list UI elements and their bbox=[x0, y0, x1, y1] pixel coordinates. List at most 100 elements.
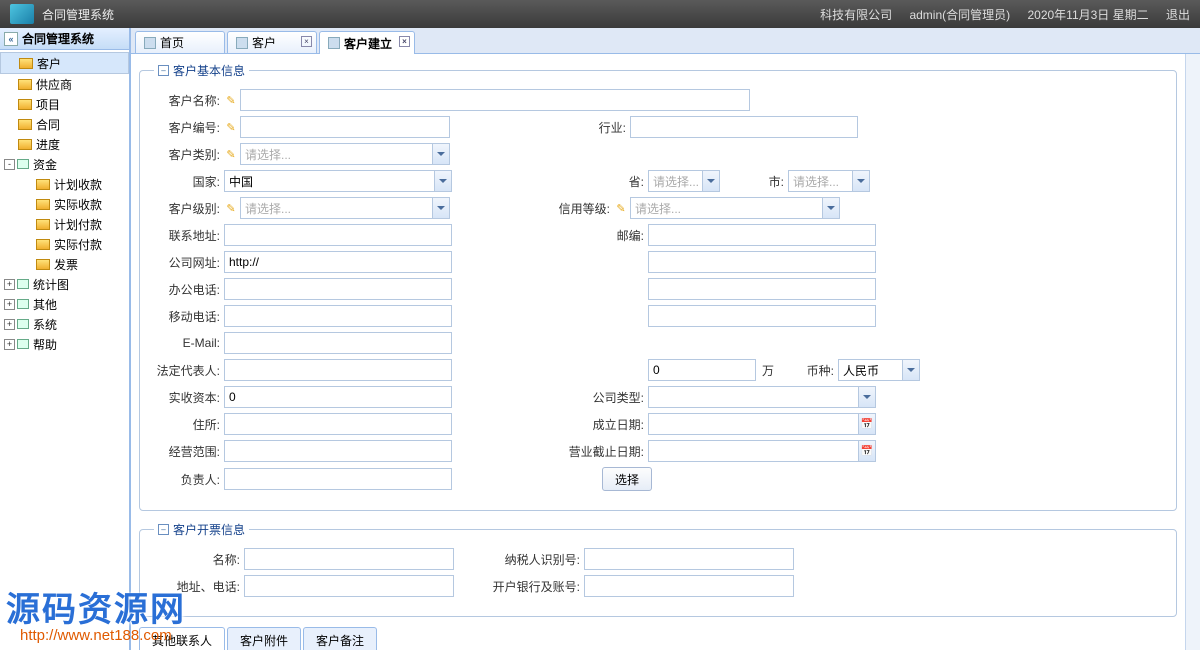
nav-item[interactable]: 实际付款 bbox=[0, 234, 129, 254]
tax-id-input[interactable] bbox=[584, 548, 794, 570]
nav-item[interactable]: 计划收款 bbox=[0, 174, 129, 194]
address-input[interactable] bbox=[224, 224, 452, 246]
folder-icon bbox=[18, 139, 32, 150]
city-select[interactable]: 请选择... bbox=[788, 170, 870, 192]
paid-capital-input[interactable] bbox=[224, 386, 452, 408]
nav-item[interactable]: 供应商 bbox=[0, 74, 129, 94]
folder-icon bbox=[19, 58, 33, 69]
legend-basic[interactable]: –客户基本信息 bbox=[154, 62, 249, 79]
top-bar: 合同管理系统 科技有限公司 admin(合同管理员) 2020年11月3日 星期… bbox=[0, 0, 1200, 28]
edit-icon: ✎ bbox=[224, 198, 238, 218]
toggle-icon[interactable]: + bbox=[4, 339, 15, 350]
founded-date-input[interactable] bbox=[648, 413, 876, 435]
legal-rep-input[interactable] bbox=[224, 359, 452, 381]
tab-strip: 首页客户×客户建立× bbox=[131, 28, 1200, 54]
sidebar-header[interactable]: « 合同管理系统 bbox=[0, 28, 129, 50]
nav-item[interactable]: -资金 bbox=[0, 154, 129, 174]
link-icon bbox=[17, 279, 29, 289]
app-title: 合同管理系统 bbox=[42, 6, 114, 23]
link-icon bbox=[17, 319, 29, 329]
email-input[interactable] bbox=[224, 332, 452, 354]
tab-icon bbox=[236, 37, 248, 49]
nav-tree: 客户供应商项目合同进度-资金计划收款实际收款计划付款实际付款发票+统计图+其他+… bbox=[0, 50, 129, 356]
capital-input[interactable] bbox=[648, 359, 756, 381]
extra-input-1[interactable] bbox=[648, 251, 876, 273]
close-icon[interactable]: × bbox=[301, 36, 312, 47]
toggle-icon[interactable]: + bbox=[4, 299, 15, 310]
close-icon[interactable]: × bbox=[399, 36, 410, 47]
toggle-icon[interactable]: + bbox=[4, 319, 15, 330]
fieldset-invoice-info: –客户开票信息 名称: 纳税人识别号: 地址、电话: 开户银行及账号: bbox=[139, 521, 1177, 617]
extra-input-3[interactable] bbox=[648, 305, 876, 327]
folder-icon bbox=[18, 79, 32, 90]
edit-icon: ✎ bbox=[614, 198, 628, 218]
website-input[interactable] bbox=[224, 251, 452, 273]
collapse-icon[interactable]: – bbox=[158, 65, 169, 76]
folder-icon bbox=[18, 99, 32, 110]
folder-icon bbox=[36, 259, 50, 270]
company-type-select[interactable] bbox=[648, 386, 876, 408]
sub-tab[interactable]: 其他联系人 bbox=[139, 627, 225, 650]
sub-tab[interactable]: 客户备注 bbox=[303, 627, 377, 650]
level-select[interactable]: 请选择... bbox=[240, 197, 450, 219]
scope-input[interactable] bbox=[224, 440, 452, 462]
logout-link[interactable]: 退出 bbox=[1166, 8, 1190, 22]
nav-item[interactable]: 合同 bbox=[0, 114, 129, 134]
nav-item[interactable]: 进度 bbox=[0, 134, 129, 154]
form-area: –客户基本信息 客户名称: ✎ 客户编号: ✎ 行业: 客户类别: ✎ 请选择.… bbox=[131, 54, 1185, 650]
bank-input[interactable] bbox=[584, 575, 794, 597]
fieldset-basic-info: –客户基本信息 客户名称: ✎ 客户编号: ✎ 行业: 客户类别: ✎ 请选择.… bbox=[139, 62, 1177, 511]
currency-select[interactable]: 人民币 bbox=[838, 359, 920, 381]
zip-input[interactable] bbox=[648, 224, 876, 246]
select-button[interactable]: 选择 bbox=[602, 467, 652, 491]
edit-icon: ✎ bbox=[224, 117, 238, 137]
nav-item[interactable]: +统计图 bbox=[0, 274, 129, 294]
credit-select[interactable]: 请选择... bbox=[630, 197, 840, 219]
residence-input[interactable] bbox=[224, 413, 452, 435]
tab[interactable]: 客户× bbox=[227, 31, 317, 53]
nav-item[interactable]: +帮助 bbox=[0, 334, 129, 354]
sub-tab[interactable]: 客户附件 bbox=[227, 627, 301, 650]
category-select[interactable]: 请选择... bbox=[240, 143, 450, 165]
tab-icon bbox=[144, 37, 156, 49]
invoice-addr-input[interactable] bbox=[244, 575, 454, 597]
nav-item[interactable]: +其他 bbox=[0, 294, 129, 314]
owner-input[interactable] bbox=[224, 468, 452, 490]
customer-name-input[interactable] bbox=[240, 89, 750, 111]
link-icon bbox=[17, 159, 29, 169]
mobile-input[interactable] bbox=[224, 305, 452, 327]
invoice-name-input[interactable] bbox=[244, 548, 454, 570]
company-name: 科技有限公司 bbox=[820, 8, 892, 22]
province-select[interactable]: 请选择... bbox=[648, 170, 720, 192]
tel-input[interactable] bbox=[224, 278, 452, 300]
tab[interactable]: 首页 bbox=[135, 31, 225, 53]
nav-item[interactable]: 实际收款 bbox=[0, 194, 129, 214]
user-info[interactable]: admin(合同管理员) bbox=[909, 8, 1010, 22]
toggle-icon[interactable]: + bbox=[4, 279, 15, 290]
folder-icon bbox=[36, 179, 50, 190]
collapse-icon[interactable]: « bbox=[4, 32, 18, 46]
header-right: 科技有限公司 admin(合同管理员) 2020年11月3日 星期二 退出 bbox=[806, 6, 1190, 23]
vertical-scrollbar[interactable] bbox=[1185, 54, 1200, 650]
folder-icon bbox=[18, 119, 32, 130]
toggle-icon[interactable]: - bbox=[4, 159, 15, 170]
edit-icon: ✎ bbox=[224, 144, 238, 164]
nav-item[interactable]: 发票 bbox=[0, 254, 129, 274]
tab-icon bbox=[328, 37, 340, 49]
collapse-icon[interactable]: – bbox=[158, 524, 169, 535]
nav-item[interactable]: +系统 bbox=[0, 314, 129, 334]
country-select[interactable]: 中国 bbox=[224, 170, 452, 192]
industry-input[interactable] bbox=[630, 116, 858, 138]
nav-item[interactable]: 客户 bbox=[0, 52, 129, 74]
tab[interactable]: 客户建立× bbox=[319, 31, 415, 54]
link-icon bbox=[17, 339, 29, 349]
legend-invoice[interactable]: –客户开票信息 bbox=[154, 521, 249, 538]
expiry-date-input[interactable] bbox=[648, 440, 876, 462]
nav-item[interactable]: 项目 bbox=[0, 94, 129, 114]
app-logo-icon bbox=[10, 4, 34, 24]
extra-input-2[interactable] bbox=[648, 278, 876, 300]
nav-item[interactable]: 计划付款 bbox=[0, 214, 129, 234]
folder-icon bbox=[36, 219, 50, 230]
sub-tab-strip: 其他联系人客户附件客户备注 bbox=[139, 627, 1177, 650]
customer-code-input[interactable] bbox=[240, 116, 450, 138]
